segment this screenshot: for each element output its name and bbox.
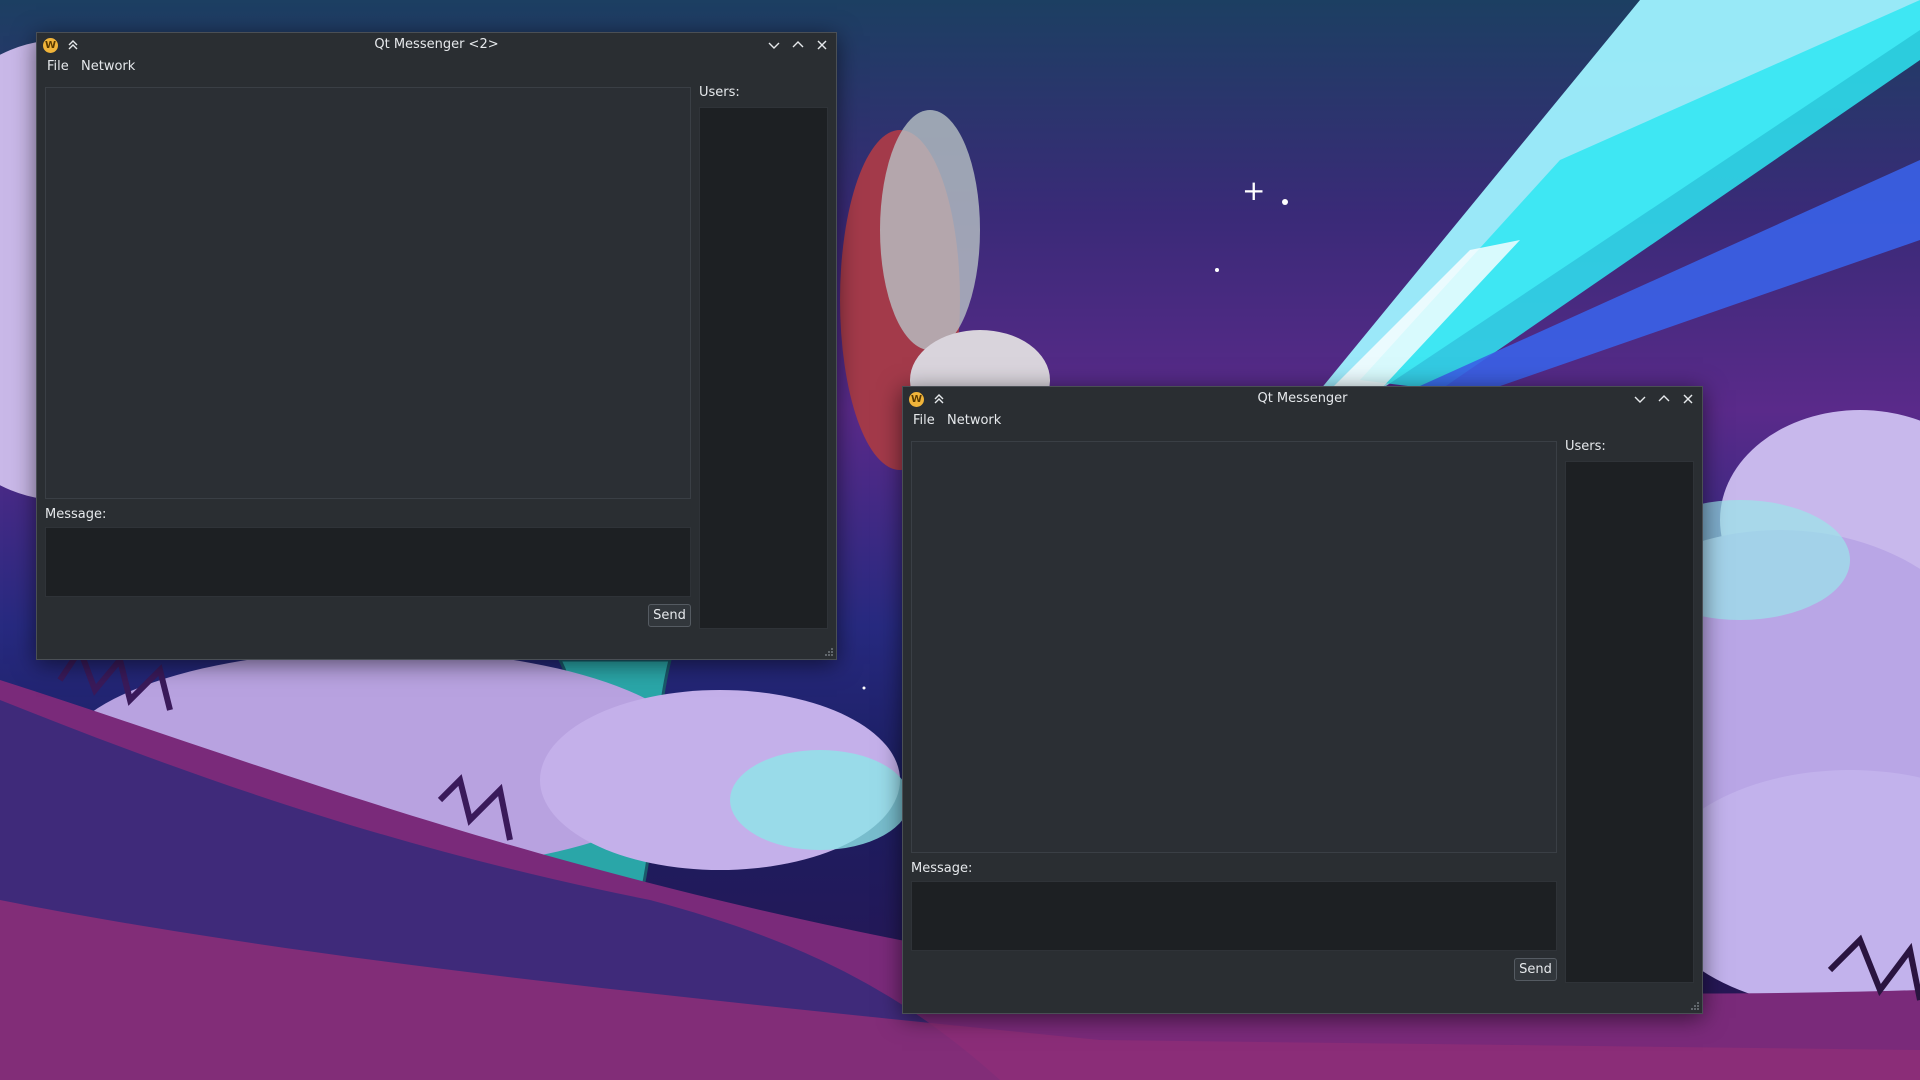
- menu-network[interactable]: Network: [77, 57, 139, 77]
- resize-grip-icon[interactable]: [1690, 1001, 1700, 1011]
- users-label: Users:: [1565, 439, 1606, 454]
- message-input[interactable]: [911, 881, 1557, 951]
- close-icon[interactable]: [1680, 391, 1696, 407]
- maximize-icon[interactable]: [1656, 391, 1672, 407]
- window-title: Qt Messenger <2>: [374, 37, 499, 52]
- message-label: Message:: [911, 861, 973, 876]
- svg-text:+: +: [1242, 174, 1265, 207]
- menu-file[interactable]: File: [43, 57, 73, 77]
- menu-network[interactable]: Network: [943, 411, 1005, 431]
- desktop: + W Qt Messenger <2> File Network Messag…: [0, 0, 1920, 1080]
- users-label: Users:: [699, 85, 740, 100]
- users-list[interactable]: [1565, 461, 1694, 983]
- menu-bar: File Network: [903, 411, 1702, 431]
- window-titlebar[interactable]: W Qt Messenger: [903, 387, 1702, 411]
- keep-above-icon[interactable]: [65, 37, 81, 53]
- send-button[interactable]: Send: [1514, 958, 1557, 981]
- chat-history[interactable]: [45, 87, 691, 499]
- users-list[interactable]: [699, 107, 828, 629]
- message-label: Message:: [45, 507, 107, 522]
- window-titlebar[interactable]: W Qt Messenger <2>: [37, 33, 836, 57]
- menu-bar: File Network: [37, 57, 836, 77]
- messenger-window-2[interactable]: W Qt Messenger <2> File Network Message:: [36, 32, 837, 660]
- minimize-icon[interactable]: [766, 37, 782, 53]
- app-icon[interactable]: W: [43, 38, 58, 53]
- resize-grip-icon[interactable]: [824, 647, 834, 657]
- window-title: Qt Messenger: [1257, 391, 1348, 406]
- message-input[interactable]: [45, 527, 691, 597]
- menu-file[interactable]: File: [909, 411, 939, 431]
- messenger-window[interactable]: W Qt Messenger File Network Message: Sen…: [902, 386, 1703, 1014]
- send-button[interactable]: Send: [648, 604, 691, 627]
- chat-history[interactable]: [911, 441, 1557, 853]
- close-icon[interactable]: [814, 37, 830, 53]
- keep-above-icon[interactable]: [931, 391, 947, 407]
- maximize-icon[interactable]: [790, 37, 806, 53]
- app-icon[interactable]: W: [909, 392, 924, 407]
- minimize-icon[interactable]: [1632, 391, 1648, 407]
